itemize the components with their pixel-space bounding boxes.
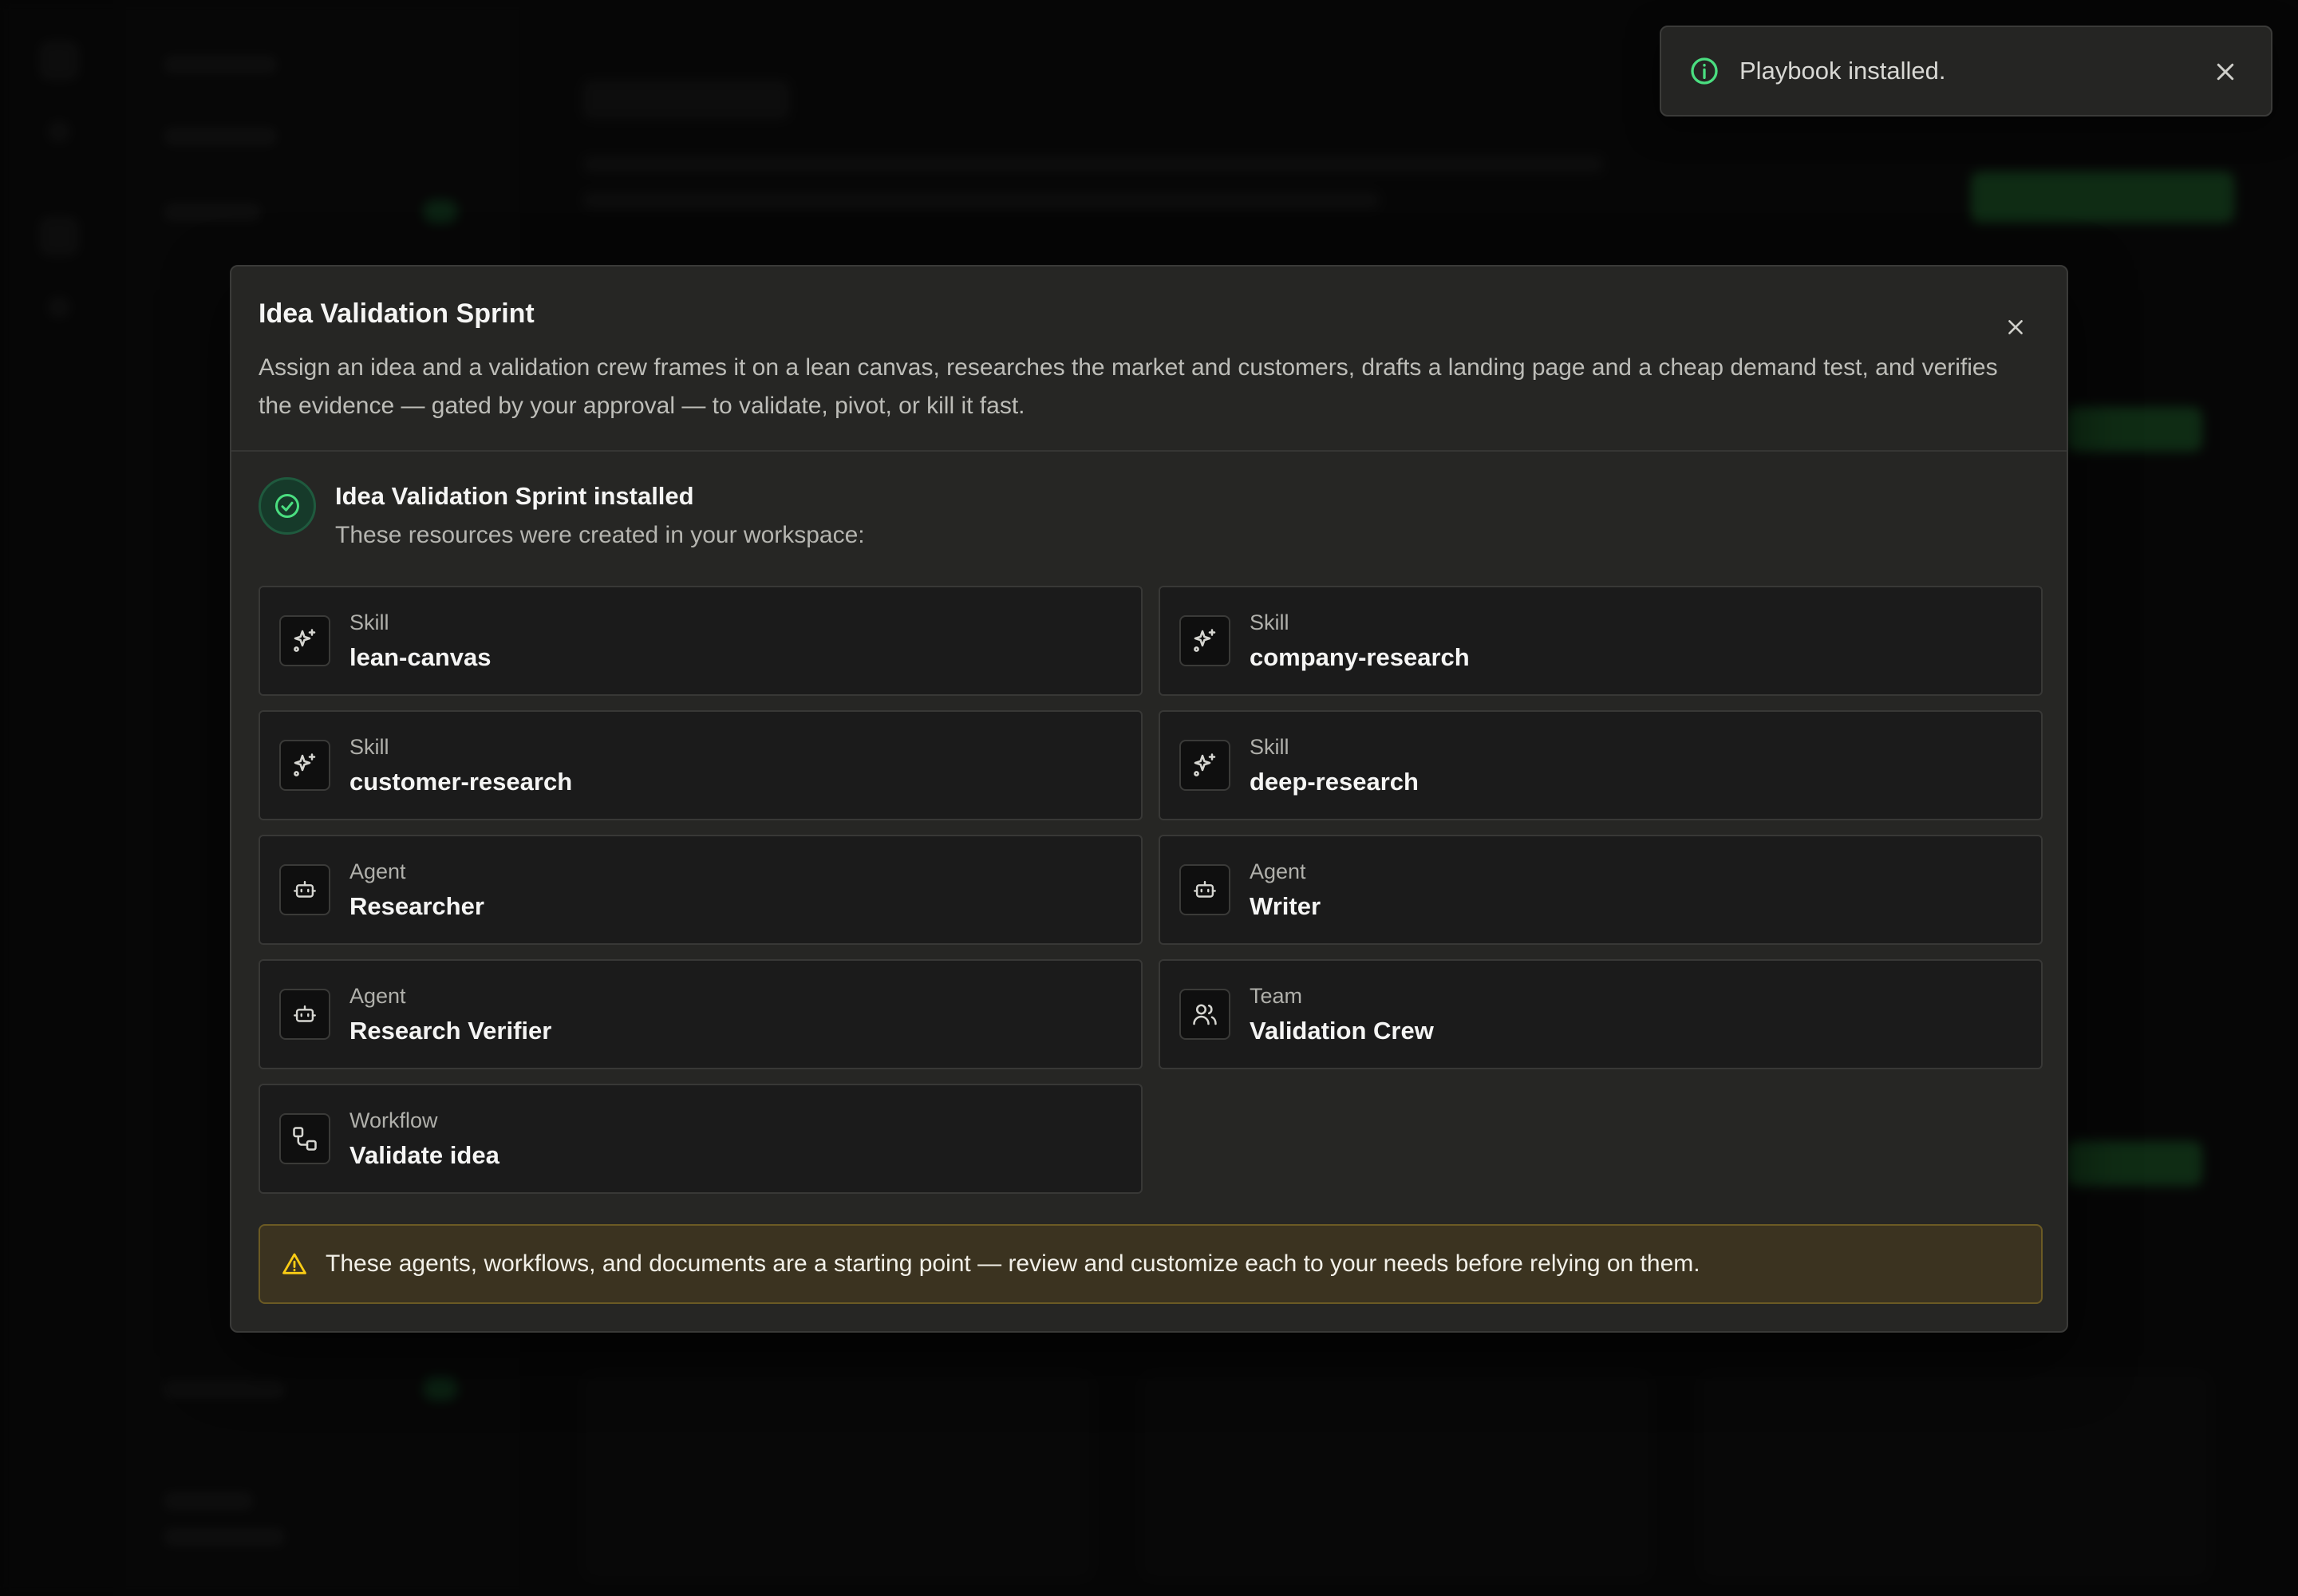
resource-name: lean-canvas	[349, 642, 492, 671]
sparkles-icon	[279, 615, 330, 666]
resource-type: Agent	[349, 983, 406, 1008]
sparkles-icon	[1179, 740, 1230, 791]
toast-notification: Playbook installed.	[1660, 26, 2272, 117]
resource-card[interactable]: Skill company-research	[1159, 586, 2043, 696]
close-icon	[2008, 320, 2023, 334]
resource-card[interactable]: Workflow Validate idea	[259, 1084, 1143, 1194]
customization-warning: These agents, workflows, and documents a…	[259, 1224, 2043, 1304]
resource-name: Writer	[1250, 891, 1321, 920]
toast-message: Playbook installed.	[1739, 57, 1946, 85]
sparkles-icon	[279, 740, 330, 791]
users-icon	[1179, 989, 1230, 1040]
resource-type: Skill	[349, 734, 389, 759]
bot-icon	[279, 989, 330, 1040]
resource-name: Researcher	[349, 891, 484, 920]
resource-card[interactable]: Agent Researcher	[259, 835, 1143, 945]
success-subtitle: These resources were created in your wor…	[335, 522, 865, 548]
dialog-header: Idea Validation Sprint Assign an idea an…	[231, 267, 2067, 452]
resource-card[interactable]: Skill customer-research	[259, 710, 1143, 820]
dialog-description: Assign an idea and a validation crew fra…	[259, 354, 1998, 419]
resource-name: Validate idea	[349, 1140, 499, 1169]
resource-card[interactable]: Agent Research Verifier	[259, 959, 1143, 1069]
resource-type: Team	[1250, 983, 1303, 1008]
resource-card[interactable]: Team Validation Crew	[1159, 959, 2043, 1069]
playbook-installed-dialog: Idea Validation Sprint Assign an idea an…	[230, 265, 2068, 1333]
bot-icon	[279, 864, 330, 915]
resource-card[interactable]: Skill deep-research	[1159, 710, 2043, 820]
warning-text: These agents, workflows, and documents a…	[326, 1250, 1700, 1277]
dialog-title: Idea Validation Sprint	[259, 298, 535, 329]
dialog-close-button[interactable]	[1996, 308, 2035, 346]
success-title: Idea Validation Sprint installed	[335, 482, 694, 510]
resource-type: Agent	[349, 859, 406, 883]
resource-type: Skill	[1250, 734, 1289, 759]
warning-triangle-icon	[282, 1253, 306, 1274]
toast-close-button[interactable]	[2207, 53, 2244, 90]
resource-card[interactable]: Skill lean-canvas	[259, 586, 1143, 696]
workflow-icon	[279, 1113, 330, 1164]
resource-name: customer-research	[349, 767, 573, 796]
info-circle-icon	[1691, 57, 1718, 85]
resource-type: Workflow	[349, 1108, 438, 1132]
install-success: Idea Validation Sprint installed These r…	[259, 477, 865, 549]
close-icon	[2217, 63, 2234, 81]
resource-type: Skill	[349, 610, 389, 634]
resource-grid: Skill lean-canvas Skill company-research…	[259, 586, 2043, 1194]
check-circle-icon	[259, 477, 316, 535]
bot-icon	[1179, 864, 1230, 915]
resource-card[interactable]: Agent Writer	[1159, 835, 2043, 945]
resource-name: Research Verifier	[349, 1016, 552, 1045]
resource-name: deep-research	[1250, 767, 1419, 796]
resource-type: Skill	[1250, 610, 1289, 634]
resource-name: company-research	[1250, 642, 1470, 671]
resource-name: Validation Crew	[1250, 1016, 1434, 1045]
sparkles-icon	[1179, 615, 1230, 666]
resource-type: Agent	[1250, 859, 1306, 883]
